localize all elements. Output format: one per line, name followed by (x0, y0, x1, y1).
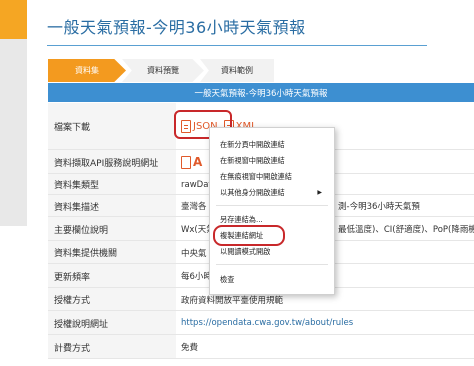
row-value: 免費 (181, 343, 199, 353)
api-doc-link[interactable]: A (181, 155, 202, 169)
menu-item-open-new-tab[interactable]: 在新分頁中開啟連結 (220, 137, 328, 152)
tab-bar: 資料集 資料預覽 資料範例 (48, 59, 274, 82)
page-title: 一般天氣預報-今明36小時天氣預報 (47, 14, 427, 46)
copy-link-highlight-annotation (213, 225, 285, 246)
table-row: 授權說明網址 https://opendata.cwa.gov.tw/about… (48, 311, 474, 335)
sidebar-item[interactable] (0, 139, 27, 169)
row-label: 授權說明網址 (48, 311, 176, 335)
row-label: 資料集描述 (48, 195, 176, 217)
context-menu: 在新分頁中開啟連結 在新視窗中開啟連結 在無痕視窗中開啟連結 以其他身分開啟連結… (209, 127, 335, 295)
row-value-tail: 測-今明36小時天氣預 (338, 202, 420, 212)
row-value-tail: 最低溫度)、CI(舒適度)、PoP(降雨機率 (338, 225, 474, 235)
menu-divider (216, 205, 328, 206)
row-label: 計費方式 (48, 335, 176, 359)
license-url-link[interactable]: https://opendata.cwa.gov.tw/about/rules (181, 318, 353, 328)
row-label: 檔案下載 (48, 103, 176, 150)
menu-item-open-incognito[interactable]: 在無痕視窗中開啟連結 (220, 169, 328, 184)
menu-item-inspect[interactable]: 檢查 (220, 272, 328, 287)
menu-item-open-reading-mode[interactable]: 以閱讀模式開啟 (220, 244, 328, 259)
submenu-arrow-icon: ▶ (317, 189, 322, 196)
row-label: 資料集提供機關 (48, 241, 176, 264)
row-label: 授權方式 (48, 288, 176, 311)
sidebar-item[interactable] (0, 197, 27, 227)
tab-data-preview[interactable]: 資料預覽 (122, 59, 204, 82)
sidebar-item[interactable] (0, 168, 27, 198)
tab-dataset[interactable]: 資料集 (48, 59, 126, 82)
sidebar-item[interactable] (0, 64, 27, 90)
row-label: 主要欄位說明 (48, 217, 176, 241)
table-header: 一般天氣預報-今明36小時天氣預報 (48, 83, 474, 102)
sidebar-item[interactable] (0, 89, 27, 115)
row-label: 更新頻率 (48, 264, 176, 288)
row-label: 資料集類型 (48, 174, 176, 195)
sidebar-item[interactable] (0, 114, 27, 140)
table-row: 計費方式 免費 (48, 335, 474, 359)
row-label: 資料擷取API服務說明網址 (48, 150, 176, 174)
menu-item-open-as-profile[interactable]: 以其他身分開啟連結 ▶ (220, 185, 328, 200)
tab-data-example[interactable]: 資料範例 (200, 59, 274, 82)
file-icon (181, 155, 191, 169)
menu-item-open-new-window[interactable]: 在新視窗中開啟連結 (220, 153, 328, 168)
sidebar-item[interactable] (0, 39, 27, 65)
left-sidebar (0, 0, 27, 227)
sidebar-item-active[interactable] (0, 0, 27, 40)
menu-divider (216, 264, 328, 265)
